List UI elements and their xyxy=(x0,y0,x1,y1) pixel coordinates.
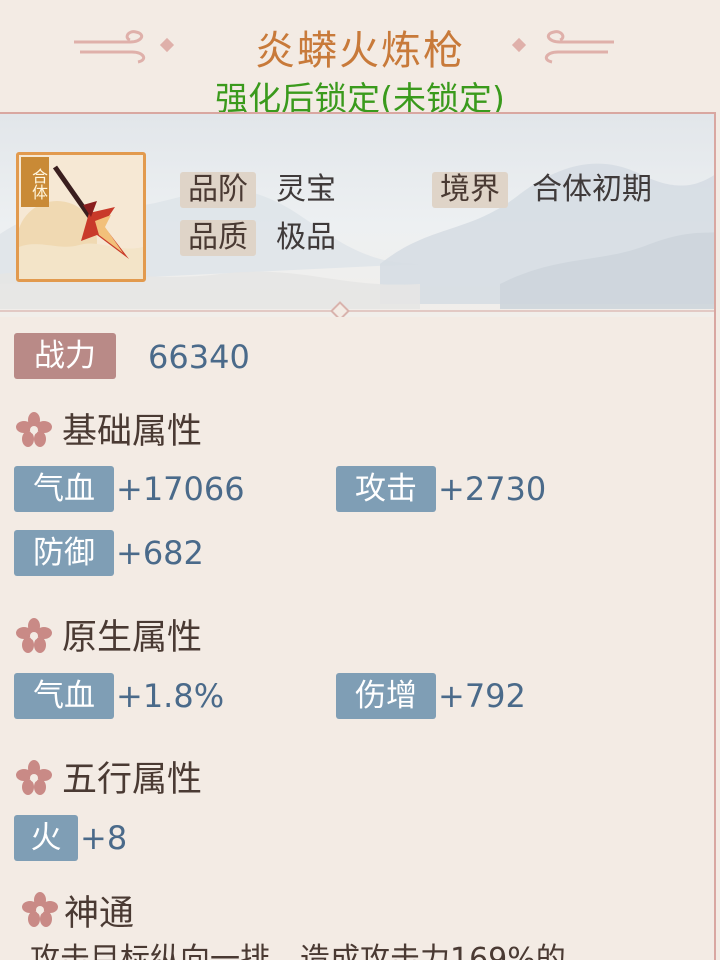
flower-icon xyxy=(16,412,52,447)
five-elements-title: 五行属性 xyxy=(62,760,203,800)
attr-hp-value: +17066 xyxy=(116,470,245,508)
item-info-panel: 合体 品阶 灵宝 品质 极品 境界 合体初期 xyxy=(0,112,716,317)
power-value: 66340 xyxy=(148,338,250,376)
power-label: 战力 xyxy=(14,333,116,379)
realm-label: 境界 xyxy=(432,172,508,208)
header: 炎蟒火炼枪 强化后锁定(未锁定) xyxy=(0,0,720,118)
native-attributes-title: 原生属性 xyxy=(62,618,203,658)
basic-attributes-title: 基础属性 xyxy=(62,412,203,452)
quality-label: 品质 xyxy=(180,220,256,256)
flower-icon xyxy=(22,892,58,927)
attr-hp-label: 气血 xyxy=(14,466,114,512)
flower-icon xyxy=(16,618,52,653)
attr-attack-value: +2730 xyxy=(438,470,547,508)
grade-value: 灵宝 xyxy=(276,172,336,207)
skill-description: 攻击目标纵向一排，造成攻击力169%的 xyxy=(30,942,566,960)
item-icon-frame[interactable]: 合体 xyxy=(16,152,146,282)
cloud-ornament-right-icon xyxy=(511,30,614,64)
realm-badge: 合体 xyxy=(21,157,49,207)
attr-damage-bonus-label: 伤增 xyxy=(336,673,436,719)
quality-value: 极品 xyxy=(276,220,336,255)
panel-divider xyxy=(0,310,714,312)
skill-title: 神通 xyxy=(64,894,135,934)
realm-value: 合体初期 xyxy=(532,172,652,207)
attr-defense-label: 防御 xyxy=(14,530,114,576)
attr-attack-label: 攻击 xyxy=(336,466,436,512)
attr-fire-value: +8 xyxy=(80,819,128,857)
attr-defense-value: +682 xyxy=(116,534,204,572)
attr-hp-percent-value: +1.8% xyxy=(116,677,225,715)
attr-damage-bonus-value: +792 xyxy=(438,677,526,715)
grade-label: 品阶 xyxy=(180,172,256,208)
flower-icon xyxy=(16,760,52,795)
attr-fire-label: 火 xyxy=(14,815,78,861)
attr-hp-percent-label: 气血 xyxy=(14,673,114,719)
panel-right-border xyxy=(714,317,716,960)
